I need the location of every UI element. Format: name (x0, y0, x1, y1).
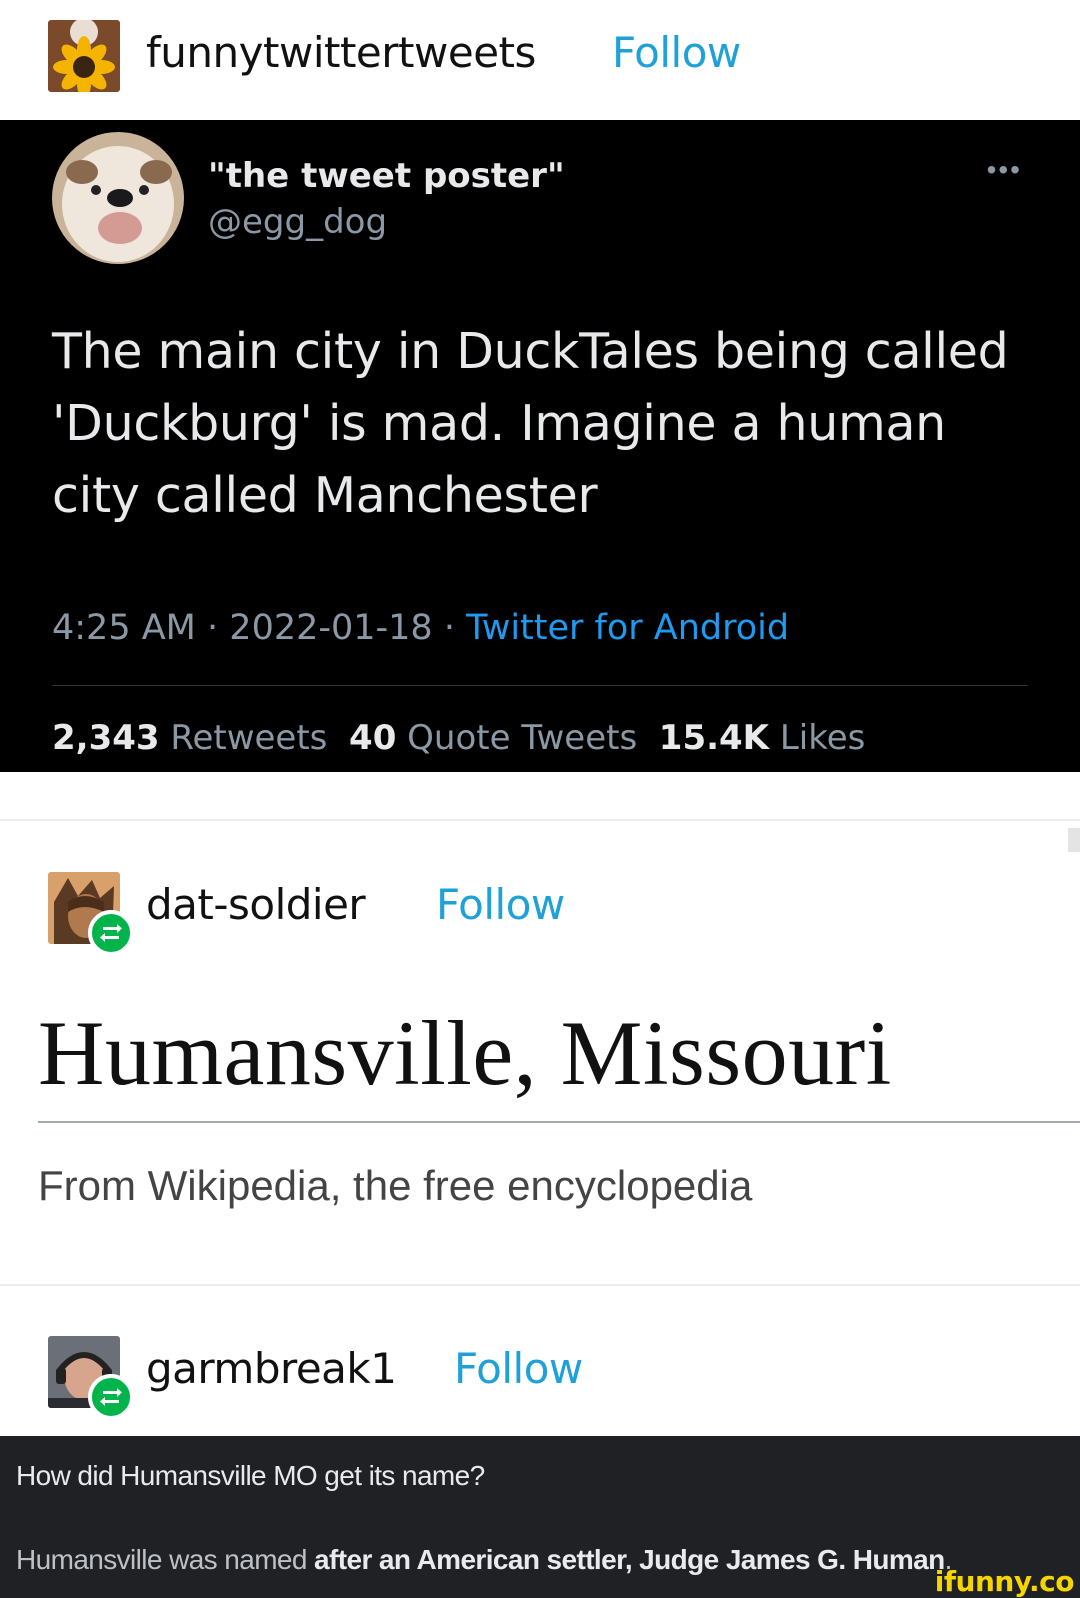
more-options-icon: ••• (986, 154, 1022, 185)
post-header-dat-soldier: dat-soldier Follow (0, 852, 1080, 972)
answer-bold: after an American settler, Judge James G… (314, 1544, 945, 1575)
meta-separator: · (207, 608, 219, 648)
follow-button[interactable]: Follow (612, 28, 741, 77)
follow-button[interactable]: Follow (454, 1344, 583, 1393)
post-header-funnytwittertweets: funnytwittertweets Follow (0, 0, 1080, 120)
tweet-time: 4:25 AM (52, 608, 196, 648)
tweet-date: 2022-01-18 (229, 608, 433, 648)
likes-label: Likes (779, 718, 866, 758)
wiki-subtitle: From Wikipedia, the free encyclopedia (38, 1162, 753, 1209)
tweet-card: "the tweet poster" @egg_dog ••• The main… (0, 120, 1080, 772)
quotes-label: Quote Tweets (407, 718, 638, 758)
tweet-text-line: The main city in DuckTales being called (52, 323, 1009, 380)
search-answer-box: How did Humansville MO get its name? Hum… (0, 1436, 1080, 1598)
reblog-icon (88, 910, 134, 956)
tweet-text-line: city called Manchester (52, 467, 598, 524)
sunflower-avatar-icon[interactable] (48, 20, 120, 92)
retweets-count: 2,343 (52, 718, 160, 758)
divider (52, 685, 1028, 686)
username[interactable]: dat-soldier (146, 880, 366, 929)
reblog-icon (88, 1374, 134, 1420)
tweet-text: The main city in DuckTales being called … (52, 316, 1042, 532)
wiki-title-rule (38, 1121, 1080, 1123)
answer-question: How did Humansville MO get its name? (16, 1460, 485, 1491)
wiki-title: Humansville, Missouri (38, 1002, 892, 1104)
quotes-count: 40 (349, 718, 397, 758)
follow-button[interactable]: Follow (436, 880, 565, 929)
tweet-stats: 2,343 Retweets 40 Quote Tweets 15.4K Lik… (52, 718, 865, 758)
post-separator (0, 1284, 1080, 1286)
retweets-label: Retweets (170, 718, 328, 758)
username[interactable]: garmbreak1 (146, 1344, 397, 1393)
username[interactable]: funnytwittertweets (146, 28, 536, 77)
answer-text: Humansville was named after an American … (16, 1544, 952, 1576)
answer-plain: Humansville was named (16, 1544, 315, 1575)
bulldog-avatar-icon (52, 132, 184, 264)
tweet-source: Twitter for Android (466, 608, 790, 648)
likes-count: 15.4K (658, 718, 770, 758)
tweet-display-name: "the tweet poster" (208, 156, 565, 196)
post-header-garmbreak1: garmbreak1 Follow (0, 1316, 1080, 1436)
tweet-handle: @egg_dog (208, 202, 388, 242)
ifunny-watermark: ifunny.co (934, 1565, 1075, 1598)
meta-separator: · (443, 608, 455, 648)
tweet-text-line: 'Duckburg' is mad. Imagine a human (52, 395, 946, 452)
post-separator (0, 819, 1080, 821)
tweet-meta: 4:25 AM · 2022-01-18 · Twitter for Andro… (52, 608, 789, 648)
